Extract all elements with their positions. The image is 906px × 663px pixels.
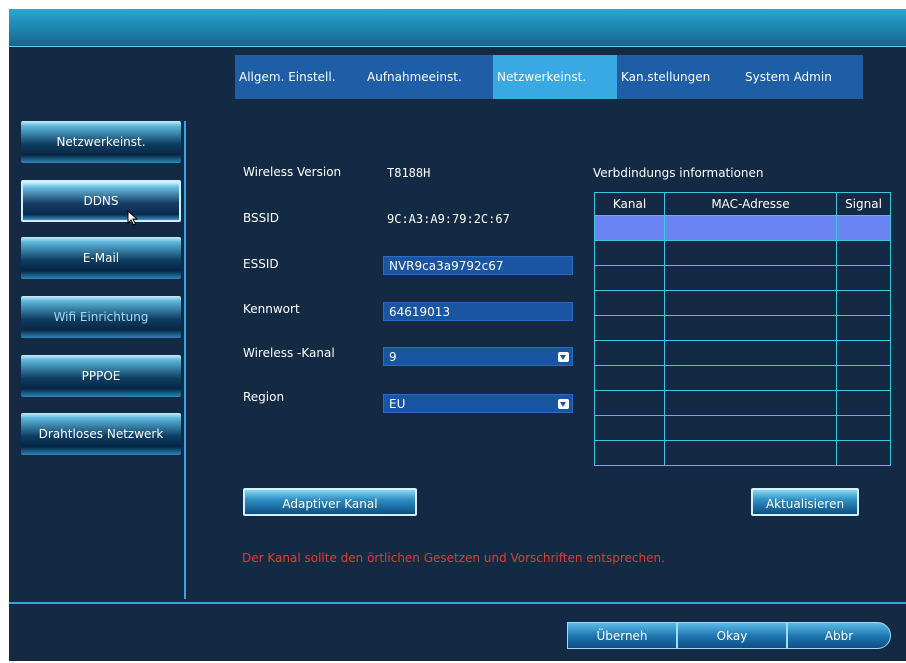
table-row[interactable]: [594, 365, 891, 391]
table-cell: [836, 390, 891, 416]
connection-info-title: Verbdindungs informationen: [593, 166, 764, 180]
region-select-value: EU: [389, 397, 406, 411]
table-row[interactable]: [594, 415, 891, 441]
table-cell: [594, 390, 665, 416]
table-cell: [836, 215, 891, 241]
apply-button[interactable]: Überneh: [567, 622, 677, 649]
table-cell: [664, 390, 837, 416]
wireless-version-label: Wireless Version: [243, 165, 342, 179]
connection-info-table: Kanal MAC-Adresse Signal: [594, 192, 891, 466]
essid-label: ESSID: [243, 257, 279, 271]
refresh-button[interactable]: Aktualisieren: [751, 488, 859, 516]
table-cell: [594, 440, 665, 466]
table-cell: [594, 315, 665, 341]
table-cell: [664, 340, 837, 366]
table-row[interactable]: [594, 315, 891, 341]
tab-recording-settings[interactable]: Aufnahmeeinst.: [363, 55, 493, 99]
adaptive-channel-button[interactable]: Adaptiver Kanal: [243, 488, 417, 516]
table-cell: [664, 290, 837, 316]
chevron-down-icon: [558, 352, 569, 362]
table-cell: [836, 290, 891, 316]
table-cell: [836, 440, 891, 466]
tab-channel-settings[interactable]: Kan.stellungen: [617, 55, 741, 99]
table-cell: [836, 265, 891, 291]
essid-field[interactable]: NVR9ca3a9792c67: [383, 256, 573, 275]
sidebar-item-ddns[interactable]: DDNS: [21, 180, 181, 222]
table-row[interactable]: [594, 265, 891, 291]
title-bar: [9, 9, 906, 47]
table-cell: [594, 215, 665, 241]
channel-label: Wireless -Kanal: [243, 346, 335, 360]
channel-warning-text: Der Kanal sollte den örtlichen Gesetzen …: [242, 551, 665, 565]
cancel-button[interactable]: Abbr: [787, 622, 891, 649]
ok-button[interactable]: Okay: [677, 622, 787, 649]
region-select[interactable]: EU: [383, 394, 573, 413]
sidebar-item-wireless-network[interactable]: Drahtloses Netzwerk: [21, 413, 181, 455]
sidebar-item-email[interactable]: E-Mail: [21, 237, 181, 279]
table-cell: [664, 365, 837, 391]
table-cell: [664, 265, 837, 291]
bssid-value: 9C:A3:A9:79:2C:67: [387, 212, 510, 226]
table-cell: [664, 440, 837, 466]
table-cell: [594, 265, 665, 291]
password-label: Kennwort: [243, 302, 300, 316]
sidebar-item-network-settings[interactable]: Netzwerkeinst.: [21, 121, 181, 163]
table-cell: [594, 365, 665, 391]
table-cell: [594, 340, 665, 366]
chevron-down-icon: [558, 399, 569, 409]
main-tabs: Allgem. Einstell. Aufnahmeeinst. Netzwer…: [235, 55, 863, 99]
sidebar-item-pppoe[interactable]: PPPOE: [21, 355, 181, 397]
sidebar-item-wifi-setup[interactable]: Wifi Einrichtung: [21, 296, 181, 338]
nvr-window: Allgem. Einstell. Aufnahmeeinst. Netzwer…: [9, 9, 906, 661]
table-cell: [664, 215, 837, 241]
table-row[interactable]: [594, 440, 891, 466]
table-cell: [836, 340, 891, 366]
channel-select-value: 9: [389, 350, 397, 364]
table-cell: [594, 415, 665, 441]
table-row[interactable]: [594, 390, 891, 416]
table-row[interactable]: [594, 340, 891, 366]
table-row[interactable]: [594, 240, 891, 266]
table-cell: [836, 365, 891, 391]
table-cell: [836, 240, 891, 266]
table-cell: [664, 315, 837, 341]
table-cell: [836, 415, 891, 441]
mouse-cursor-icon: [127, 210, 139, 226]
table-cell: [664, 240, 837, 266]
footer-divider: [9, 602, 906, 604]
password-field[interactable]: 64619013: [383, 302, 573, 321]
tab-system-admin[interactable]: System Admin: [741, 55, 863, 99]
column-header-signal: Signal: [836, 192, 891, 216]
table-cell: [594, 290, 665, 316]
table-cell: [594, 240, 665, 266]
tab-network-settings[interactable]: Netzwerkeinst.: [493, 55, 617, 99]
sidebar-divider: [184, 121, 186, 599]
table-cell: [664, 415, 837, 441]
tab-general-settings[interactable]: Allgem. Einstell.: [235, 55, 363, 99]
column-header-mac-address: MAC-Adresse: [664, 192, 837, 216]
table-row[interactable]: [594, 215, 891, 241]
region-label: Region: [243, 390, 285, 404]
table-row[interactable]: [594, 290, 891, 316]
wireless-version-value: T8188H: [387, 166, 431, 180]
bssid-label: BSSID: [243, 211, 280, 225]
table-cell: [836, 315, 891, 341]
column-header-channel: Kanal: [594, 192, 665, 216]
channel-select[interactable]: 9: [383, 347, 573, 366]
